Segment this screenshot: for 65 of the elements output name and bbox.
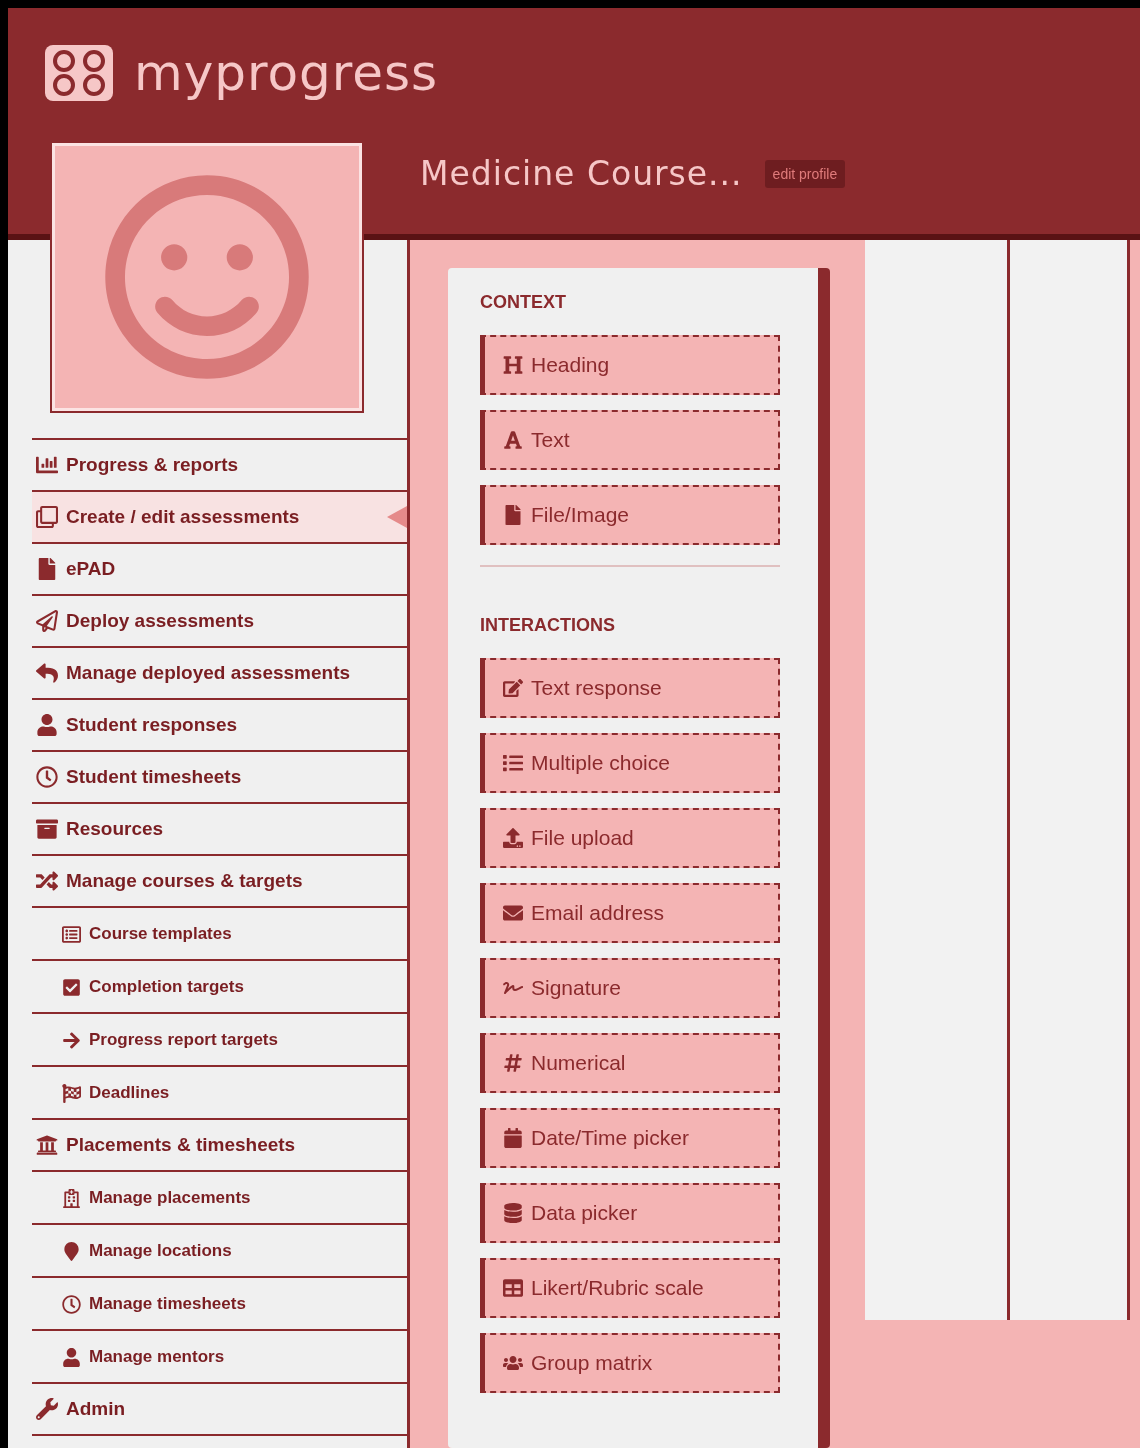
sidebar-item[interactable]: ePAD <box>32 544 407 596</box>
sidebar-item[interactable]: Manage courses & targets <box>32 856 407 908</box>
logo-icon <box>44 44 114 102</box>
sidebar-item[interactable]: Progress report targets <box>32 1014 407 1067</box>
tool-button[interactable]: Likert/Rubric scale <box>480 1258 780 1318</box>
sidebar-item[interactable]: Deploy assessments <box>32 596 407 648</box>
flag-icon <box>62 1081 81 1105</box>
sidebar-item[interactable]: Manage mentors <box>32 1331 407 1384</box>
group-icon <box>503 1353 523 1373</box>
sidebar-item[interactable]: Completion targets <box>32 961 407 1014</box>
sidebar-item[interactable]: Student responses <box>32 700 407 752</box>
person-icon <box>36 713 58 737</box>
logo-text: myprogress <box>134 44 439 102</box>
course-title: Medicine Course... <box>420 154 743 193</box>
smiley-icon <box>102 172 312 382</box>
shuffle-icon <box>36 869 58 893</box>
sidebar-item[interactable]: Deadlines <box>32 1067 407 1120</box>
sidebar-item[interactable]: Manage timesheets <box>32 1278 407 1331</box>
tool-button[interactable]: Text response <box>480 658 780 718</box>
section-title: INTERACTIONS <box>480 615 616 636</box>
file-icon <box>503 505 523 525</box>
archive-icon <box>36 817 58 841</box>
tool-button[interactable]: Heading <box>480 335 780 395</box>
wrench-icon <box>36 1397 58 1421</box>
sidebar-item[interactable]: Course templates <box>32 908 407 961</box>
tool-button[interactable]: Data picker <box>480 1183 780 1243</box>
upload-icon <box>503 828 523 848</box>
tool-button[interactable]: File upload <box>480 808 780 868</box>
tool-button[interactable]: Signature <box>480 958 780 1018</box>
edit-icon <box>503 678 523 698</box>
reply-arrow-icon <box>36 661 58 685</box>
tool-button[interactable]: Multiple choice <box>480 733 780 793</box>
sidebar-item[interactable]: Create / edit assessments <box>32 492 407 544</box>
tool-button[interactable]: File/Image <box>480 485 780 545</box>
hash-icon <box>503 1053 523 1073</box>
table-icon <box>503 1278 523 1298</box>
map-pin-icon <box>62 1239 81 1263</box>
building-icon <box>62 1186 81 1210</box>
list-icon <box>503 753 523 773</box>
sidebar-item[interactable]: Admin <box>32 1384 407 1436</box>
paper-plane-icon <box>36 609 58 633</box>
calendar-icon <box>503 1128 523 1148</box>
tool-button[interactable]: Numerical <box>480 1033 780 1093</box>
tool-button[interactable]: Text <box>480 410 780 470</box>
file-icon <box>36 557 58 581</box>
tool-button[interactable]: Group matrix <box>480 1333 780 1393</box>
sidebar-item[interactable]: Placements & timesheets <box>32 1120 407 1172</box>
clock-icon <box>36 765 58 789</box>
tool-button[interactable]: Date/Time picker <box>480 1108 780 1168</box>
bank-icon <box>36 1133 58 1157</box>
sidebar-item[interactable]: Manage deployed assessments <box>32 648 407 700</box>
tool-button[interactable]: Email address <box>480 883 780 943</box>
letter-icon <box>503 430 523 450</box>
sidebar-item[interactable]: Manage locations <box>32 1225 407 1278</box>
edit-profile-button[interactable]: edit profile <box>764 159 846 188</box>
person-icon <box>62 1345 81 1369</box>
section-title: CONTEXT <box>480 292 567 313</box>
copy-icon <box>36 505 58 529</box>
sidebar-item[interactable]: Manage placements <box>32 1172 407 1225</box>
envelope-icon <box>503 903 523 923</box>
sidebar-item[interactable]: Resources <box>32 804 407 856</box>
sidebar-item[interactable]: Student timesheets <box>32 752 407 804</box>
database-icon <box>503 1203 523 1223</box>
heading-icon <box>503 355 523 375</box>
clock-icon <box>62 1292 81 1316</box>
